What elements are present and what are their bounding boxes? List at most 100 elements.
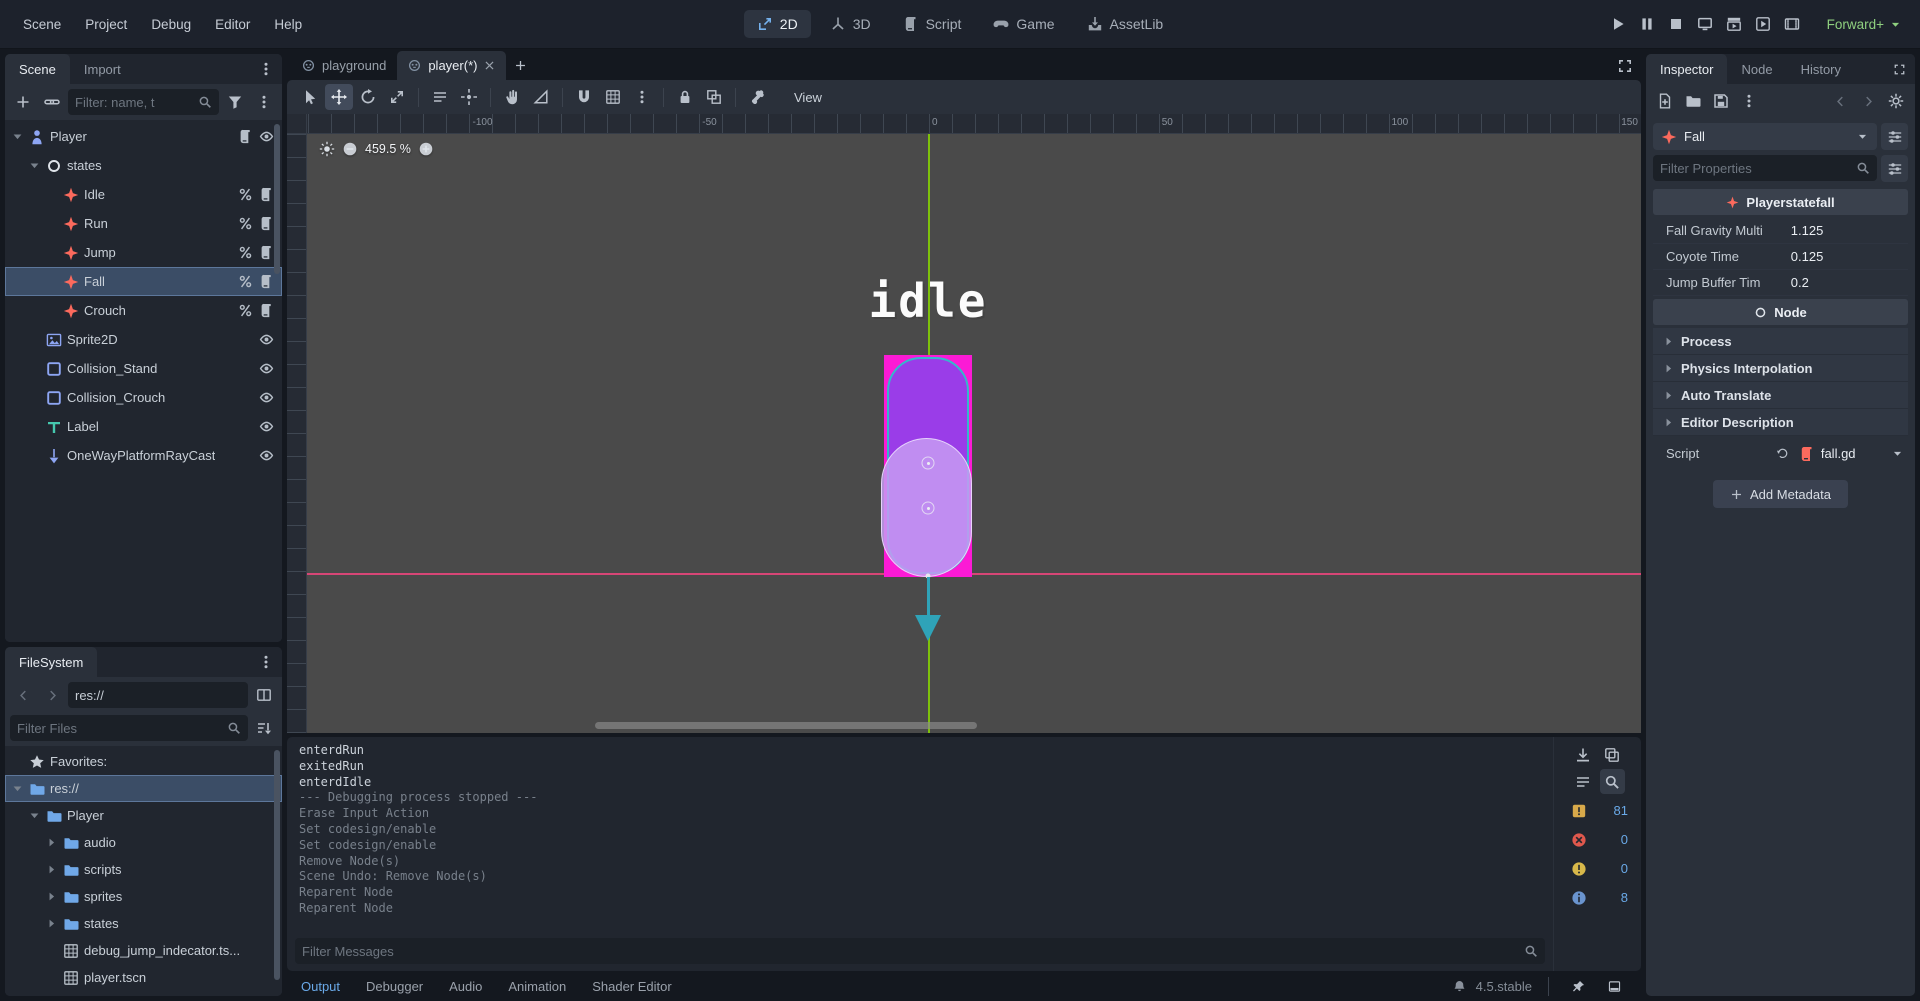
add-metadata-button[interactable]: Add Metadata — [1713, 480, 1848, 508]
smart-snap-toggle[interactable] — [570, 84, 598, 110]
filesystem-scrollbar[interactable] — [274, 750, 280, 980]
play-scene-button[interactable] — [1721, 11, 1747, 37]
zoom-in-button[interactable] — [418, 141, 434, 157]
menu-help[interactable]: Help — [263, 12, 313, 37]
search-log-button[interactable] — [1599, 769, 1625, 794]
instance-scene-button[interactable] — [39, 89, 65, 115]
history-forward-button[interactable] — [39, 682, 65, 708]
workspace-assetlib[interactable]: AssetLib — [1074, 10, 1177, 38]
property-filter-field[interactable] — [1653, 155, 1877, 181]
copy-log-button[interactable] — [1600, 742, 1625, 767]
pause-button[interactable] — [1634, 11, 1660, 37]
bottom-tab-debugger[interactable]: Debugger — [366, 979, 423, 994]
scene-node-onewayplatformraycast[interactable]: OneWayPlatformRayCast — [5, 441, 282, 470]
message-filter-input[interactable] — [302, 943, 1519, 959]
scene-filter-input[interactable] — [75, 94, 193, 110]
add-node-button[interactable] — [10, 89, 36, 115]
file-filter-input[interactable] — [17, 720, 222, 736]
filesystem-menu-button[interactable] — [253, 649, 279, 675]
new-resource-button[interactable] — [1652, 88, 1678, 114]
scene-node-label[interactable]: Label — [5, 412, 282, 441]
scale-tool[interactable] — [383, 84, 411, 110]
dock-expand-button[interactable] — [1886, 56, 1912, 82]
rotate-tool[interactable] — [354, 84, 382, 110]
workspace-2d[interactable]: 2D — [743, 10, 811, 38]
lock-selected-button[interactable] — [671, 84, 699, 110]
dock-tab-inspector[interactable]: Inspector — [1646, 54, 1728, 84]
fs-item-debug-jump-indecator-ts[interactable]: debug_jump_indecator.ts... — [5, 937, 282, 964]
scene-node-run[interactable]: Run — [5, 209, 282, 238]
snap-options-menu[interactable] — [628, 84, 656, 110]
new-scene-tab-button[interactable] — [508, 54, 532, 78]
fs-item-audio[interactable]: audio — [5, 829, 282, 856]
log-filter-counter-2[interactable]: 0 — [1558, 854, 1637, 883]
fs-item-player[interactable]: Player — [5, 802, 282, 829]
grid-snap-toggle[interactable] — [599, 84, 627, 110]
object-selector[interactable]: Fall — [1653, 123, 1877, 150]
pan-tool[interactable] — [498, 84, 526, 110]
message-filter-field[interactable] — [295, 938, 1545, 964]
file-filter-field[interactable] — [10, 715, 248, 741]
fs-item-sprites[interactable]: sprites — [5, 883, 282, 910]
list-select-tool[interactable] — [426, 84, 454, 110]
zoom-level[interactable]: 459.5 % — [365, 142, 411, 156]
scene-filter-field[interactable] — [68, 89, 219, 115]
bottom-tab-audio[interactable]: Audio — [449, 979, 482, 994]
chevron-down-icon[interactable] — [1891, 447, 1904, 460]
file-sort-button[interactable] — [251, 715, 277, 741]
play-button[interactable] — [1605, 11, 1631, 37]
fs-item-favorites[interactable]: Favorites: — [5, 748, 282, 775]
stop-button[interactable] — [1663, 11, 1689, 37]
filter-options-button[interactable] — [222, 89, 248, 115]
fs-item-scripts[interactable]: scripts — [5, 856, 282, 883]
menu-project[interactable]: Project — [74, 12, 138, 37]
revert-script-button[interactable] — [1773, 444, 1793, 464]
renderer-select[interactable]: Forward+ — [1815, 13, 1908, 36]
scene-node-crouch[interactable]: Crouch — [5, 296, 282, 325]
inspector-forward-button[interactable] — [1855, 88, 1881, 114]
object-properties-menu-button[interactable] — [1883, 88, 1909, 114]
bottom-tab-shader-editor[interactable]: Shader Editor — [592, 979, 672, 994]
tab-filesystem[interactable]: FileSystem — [5, 647, 98, 677]
scene-dock-menu-button[interactable] — [253, 56, 279, 82]
skeleton-options-menu[interactable] — [743, 84, 771, 110]
collapse-duplicates-button[interactable] — [1571, 769, 1596, 794]
menu-debug[interactable]: Debug — [140, 12, 202, 37]
load-resource-button[interactable] — [1680, 88, 1706, 114]
ruler-tool[interactable] — [527, 84, 555, 110]
expand-bottom-panel-button[interactable] — [1601, 973, 1627, 999]
menu-editor[interactable]: Editor — [204, 12, 261, 37]
select-tool[interactable] — [296, 84, 324, 110]
scene-node-collision-crouch[interactable]: Collision_Crouch — [5, 383, 282, 412]
scene-node-collision-stand[interactable]: Collision_Stand — [5, 354, 282, 383]
fs-item-bitmap-svg[interactable]: bitmap.svg — [5, 991, 282, 996]
notifications-bell-icon[interactable] — [1453, 980, 1466, 993]
extra-resource-options-button[interactable] — [1881, 123, 1908, 150]
move-tool[interactable] — [325, 84, 353, 110]
play-remote-button[interactable] — [1692, 11, 1718, 37]
property-coyote-time[interactable]: Coyote Time 0.125 — [1653, 244, 1908, 270]
play-custom-scene-button[interactable] — [1750, 11, 1776, 37]
resource-options-button[interactable] — [1736, 88, 1762, 114]
path-field[interactable] — [68, 682, 248, 708]
scene-node-idle[interactable]: Idle — [5, 180, 282, 209]
script-property-row[interactable]: Script fall.gd — [1653, 438, 1908, 469]
property-value[interactable]: 1.125 — [1791, 223, 1906, 238]
scene-tree-menu-button[interactable] — [251, 89, 277, 115]
property-value[interactable]: 0.125 — [1791, 249, 1906, 264]
pin-bottom-panel-button[interactable] — [1565, 973, 1591, 999]
scene-tab-player[interactable]: player(*) — [397, 51, 507, 80]
toggle-split-mode-button[interactable] — [251, 682, 277, 708]
property-filter-input[interactable] — [1660, 160, 1851, 176]
scene-node-states[interactable]: states — [5, 151, 282, 180]
fs-item-states[interactable]: states — [5, 910, 282, 937]
shape-handle[interactable] — [921, 456, 935, 470]
history-back-button[interactable] — [10, 682, 36, 708]
inspector-back-button[interactable] — [1827, 88, 1853, 114]
script-value[interactable]: fall.gd — [1821, 446, 1856, 461]
canvas-2d[interactable]: idle 459.5 % — [307, 134, 1641, 733]
canvas-hscrollbar[interactable] — [595, 722, 977, 729]
scene-node-sprite2d[interactable]: Sprite2D — [5, 325, 282, 354]
group-editor-description[interactable]: Editor Description — [1653, 409, 1908, 436]
scene-tab-playground[interactable]: playground — [291, 51, 397, 80]
